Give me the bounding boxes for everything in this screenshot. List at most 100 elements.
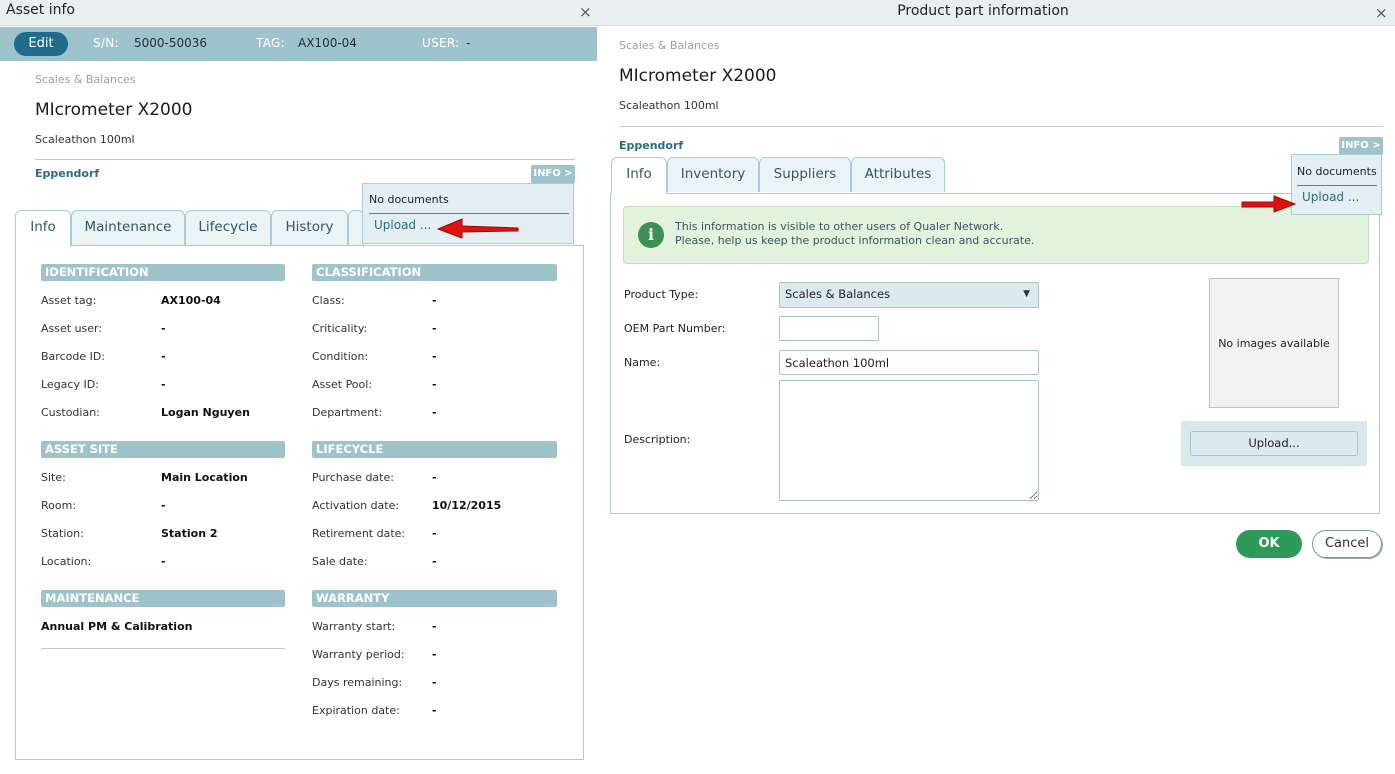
field-label: Barcode ID: (41, 350, 106, 363)
field-value: Main Location (161, 471, 248, 484)
tab-attributes[interactable]: Attributes (851, 157, 945, 192)
oem-part-number-label: OEM Part Number: (624, 322, 726, 335)
section-classification: CLASSIFICATION (312, 264, 557, 281)
sn-label: S/N: (93, 36, 119, 50)
field-label: Asset user: (41, 322, 103, 335)
field-label: Retirement date: (312, 527, 406, 540)
asset-info-close-icon[interactable]: × (579, 5, 592, 20)
section-asset-site: ASSET SITE (41, 441, 285, 458)
product-type-label: Product Type: (624, 288, 699, 301)
sn-value: 5000-50036 (134, 36, 208, 50)
field-value: - (432, 676, 437, 689)
name-input[interactable] (779, 350, 1039, 375)
ok-button[interactable]: OK (1236, 530, 1302, 558)
field-label: Criticality: (312, 322, 368, 335)
upload-document-link[interactable]: Upload ... (374, 218, 431, 232)
field-label: Warranty period: (312, 648, 405, 661)
field-label: Room: (41, 499, 77, 512)
field-value: - (161, 499, 166, 512)
field-value: - (432, 350, 437, 363)
field-value: - (432, 471, 437, 484)
field-value: - (432, 648, 437, 661)
section-maintenance: MAINTENANCE (41, 590, 285, 607)
category-breadcrumb[interactable]: Scales & Balances (619, 39, 720, 52)
field-label: Sale date: (312, 555, 368, 568)
field-value: - (161, 350, 166, 363)
divider (41, 648, 285, 649)
field-label: Asset Pool: (312, 378, 373, 391)
name-label: Name: (624, 356, 661, 369)
documents-dropdown: No documents Upload ... (1291, 154, 1382, 215)
info-toggle-button[interactable]: INFO > (1339, 137, 1383, 155)
field-label: Station: (41, 527, 84, 540)
field-label: Condition: (312, 350, 369, 363)
field-value: - (161, 555, 166, 568)
field-label: Class: (312, 294, 345, 307)
product-name: MIcrometer X2000 (619, 66, 777, 86)
brand-link[interactable]: Eppendorf (35, 167, 99, 180)
maintenance-item[interactable]: Annual PM & Calibration (41, 620, 192, 633)
tab-lifecycle[interactable]: Lifecycle (185, 210, 271, 245)
red-arrow-icon (436, 218, 519, 239)
upload-image-button[interactable]: Upload... (1190, 431, 1358, 456)
field-label: Days remaining: (312, 676, 403, 689)
no-documents-label: No documents (1297, 165, 1377, 178)
product-part-title: Product part information (897, 3, 1069, 19)
section-lifecycle: LIFECYCLE (312, 441, 557, 458)
field-label: Department: (312, 406, 383, 419)
field-value: - (432, 555, 437, 568)
field-value: - (432, 620, 437, 633)
divider (35, 159, 575, 160)
tab-info[interactable]: Info (611, 157, 667, 194)
edit-button[interactable]: Edit (14, 32, 68, 56)
tab-info[interactable]: Info (15, 210, 71, 247)
dropdown-caret-icon: ▼ (1023, 289, 1030, 299)
product-part-close-icon[interactable]: × (1375, 6, 1388, 21)
divider (619, 126, 1383, 127)
field-label: Purchase date: (312, 471, 394, 484)
image-placeholder: No images available (1209, 278, 1339, 408)
field-label: Site: (41, 471, 66, 484)
field-value: - (432, 322, 437, 335)
field-label: Warranty start: (312, 620, 396, 633)
tag-label: TAG: (256, 36, 285, 50)
tab-maintenance[interactable]: Maintenance (71, 210, 185, 245)
field-label: Asset tag: (41, 294, 97, 307)
product-type-value: Scales & Balances (785, 287, 891, 301)
field-value: - (432, 378, 437, 391)
oem-part-number-input[interactable] (779, 316, 879, 341)
dropdown-divider (369, 213, 569, 214)
field-value: - (432, 704, 437, 717)
category-breadcrumb[interactable]: Scales & Balances (35, 73, 136, 86)
asset-info-titlebar (0, 0, 597, 26)
field-value: - (432, 527, 437, 540)
no-documents-label: No documents (369, 193, 449, 206)
field-value: Station 2 (161, 527, 218, 540)
field-label: Expiration date: (312, 704, 400, 717)
field-value: - (161, 322, 166, 335)
product-subtitle: Scaleathon 100ml (35, 133, 135, 146)
tab-inventory[interactable]: Inventory (667, 157, 759, 192)
asset-info-title: Asset info (6, 2, 75, 18)
info-icon: i (638, 222, 664, 248)
red-arrow-icon (1241, 195, 1297, 213)
description-label: Description: (624, 433, 691, 446)
field-label: Legacy ID: (41, 378, 99, 391)
cancel-button[interactable]: Cancel (1312, 530, 1382, 558)
tab-suppliers[interactable]: Suppliers (759, 157, 851, 192)
tag-value: AX100-04 (298, 36, 357, 50)
section-warranty: WARRANTY (312, 590, 557, 607)
field-label: Activation date: (312, 499, 400, 512)
field-label: Location: (41, 555, 92, 568)
user-value: - (466, 36, 471, 50)
brand-link[interactable]: Eppendorf (619, 139, 683, 152)
field-label: Custodian: (41, 406, 100, 419)
product-type-select[interactable]: Scales & Balances ▼ (779, 282, 1039, 308)
tab-history[interactable]: History (271, 210, 348, 245)
info-toggle-button[interactable]: INFO > (531, 165, 575, 183)
notice-line-1: This information is visible to other use… (675, 220, 1004, 233)
product-subtitle: Scaleathon 100ml (619, 99, 719, 112)
upload-document-link[interactable]: Upload ... (1302, 190, 1359, 204)
description-textarea[interactable] (779, 380, 1039, 501)
product-name: MIcrometer X2000 (35, 100, 193, 120)
